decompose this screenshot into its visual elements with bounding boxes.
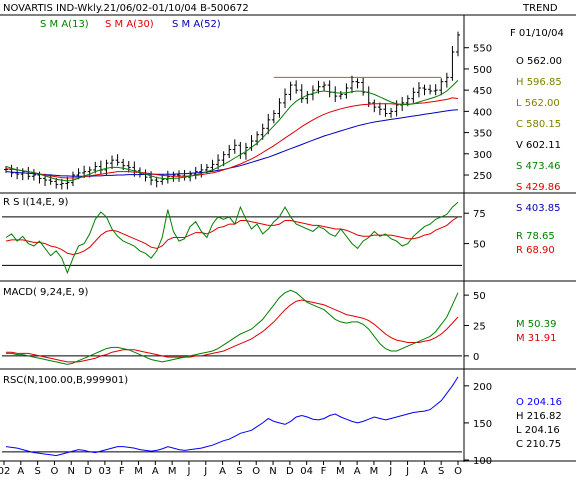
trend-label: TREND xyxy=(522,3,558,14)
macd-ytick-label: 50 xyxy=(473,291,486,302)
price-readout: S 403.85 xyxy=(516,203,561,214)
price-ytick-label: 250 xyxy=(473,171,492,182)
price-ytick-label: 500 xyxy=(473,65,492,76)
macd-ytick-label: 0 xyxy=(473,352,479,363)
rsi-title: R S I(14,E, 9) xyxy=(3,197,68,208)
rsc-ytick-label: 100 xyxy=(473,456,492,467)
price-readout: O 562.00 xyxy=(516,56,562,67)
x-tick-label: J xyxy=(186,466,190,477)
x-tick-label: A xyxy=(421,466,428,477)
price-ytick-label: 550 xyxy=(473,44,492,55)
x-tick-label: A xyxy=(354,466,361,477)
x-tick-label: S xyxy=(34,466,40,477)
rsc-title: RSC(N,100.00,B,999901) xyxy=(3,375,128,386)
legend-entry: S M A(30) xyxy=(105,19,154,30)
rsi-main-line xyxy=(5,201,459,275)
x-tick-label: F xyxy=(321,466,327,477)
rsc-readout: H 216.82 xyxy=(516,411,562,422)
legend-entry: S M A(13) xyxy=(40,19,89,30)
x-tick-label: M xyxy=(134,466,143,477)
x-tick-label: A xyxy=(17,466,24,477)
price-ytick-label: 450 xyxy=(473,86,492,97)
x-tick-label: F xyxy=(119,466,125,477)
rsi-ytick-label: 75 xyxy=(473,209,486,220)
x-tick-label: M xyxy=(168,466,177,477)
x-tick-label: D xyxy=(286,466,294,477)
legend-entry: S M A(52) xyxy=(172,19,221,30)
price-ytick-label: 400 xyxy=(473,107,492,118)
price-readout: S 473.46 xyxy=(516,161,561,172)
price-readout: C 580.15 xyxy=(516,119,561,130)
rsi-signal-line xyxy=(5,216,459,256)
macd-signal-line xyxy=(6,299,459,363)
macd-readout: M 50.39 xyxy=(516,319,556,330)
x-tick-label: A xyxy=(219,466,226,477)
x-tick-label: A xyxy=(152,466,159,477)
x-tick-label: 03 xyxy=(99,466,112,477)
x-tick-label: O xyxy=(51,466,59,477)
price-readout: H 596.85 xyxy=(516,77,562,88)
x-tick-label: M xyxy=(370,466,379,477)
sma13-line xyxy=(5,80,459,182)
chart-canvas: NOVARTIS IND-Wkly.21/06/02-01/10/04 B-50… xyxy=(0,3,576,477)
price-ytick-label: 300 xyxy=(473,150,492,161)
rsi-readout: R 78.65 xyxy=(516,231,555,242)
rsc-line xyxy=(5,376,459,457)
panels: S M A(13) S M A(30) S M A(52) F 01/10/04 O 5… xyxy=(0,19,576,467)
x-tick-label: O xyxy=(252,466,260,477)
x-tick-label: J xyxy=(388,466,392,477)
macd-ytick-label: 25 xyxy=(473,322,486,333)
sma52-line xyxy=(5,109,459,177)
rsi-ytick-label: 50 xyxy=(473,240,486,251)
x-tick-label: N xyxy=(68,466,75,477)
sma30-line xyxy=(5,97,459,179)
x-tick-label: D xyxy=(84,466,92,477)
price-ytick-label: 350 xyxy=(473,129,492,140)
rsc-readout: C 210.75 xyxy=(516,439,561,450)
rsc-ytick-label: 200 xyxy=(473,382,492,393)
rsi-readout: R 68.90 xyxy=(516,245,555,256)
price-readout: L 562.00 xyxy=(516,98,560,109)
chart-title: NOVARTIS IND-Wkly.21/06/02-01/10/04 B-50… xyxy=(3,3,249,14)
x-axis: 02 A S O N D 03 F M A M J J A S O N D 04 F M A M J J A S O xyxy=(0,461,462,477)
rsc-readout: L 204.16 xyxy=(516,425,560,436)
x-tick-label: S xyxy=(236,466,242,477)
x-tick-label: J xyxy=(405,466,409,477)
price-readout: V 602.11 xyxy=(516,140,561,151)
x-tick-label: S xyxy=(438,466,444,477)
macd-main-line xyxy=(6,289,459,365)
chart-window: NOVARTIS IND-Wkly.21/06/02-01/10/04 B-50… xyxy=(0,0,576,480)
x-tick-label: N xyxy=(269,466,276,477)
macd-readout: M 31.91 xyxy=(516,333,556,344)
macd-title: MACD( 9,24,E, 9) xyxy=(3,287,89,298)
date-label: F 01/10/04 xyxy=(510,28,564,39)
x-tick-label: J xyxy=(203,466,207,477)
x-tick-label: 04 xyxy=(300,466,313,477)
x-tick-label: O xyxy=(454,466,462,477)
rsc-ytick-label: 150 xyxy=(473,419,492,430)
x-tick-label: 02 xyxy=(0,466,10,477)
rsc-readout: O 204.16 xyxy=(516,397,562,408)
price-readout: S 429.86 xyxy=(516,182,561,193)
x-tick-label: M xyxy=(336,466,345,477)
